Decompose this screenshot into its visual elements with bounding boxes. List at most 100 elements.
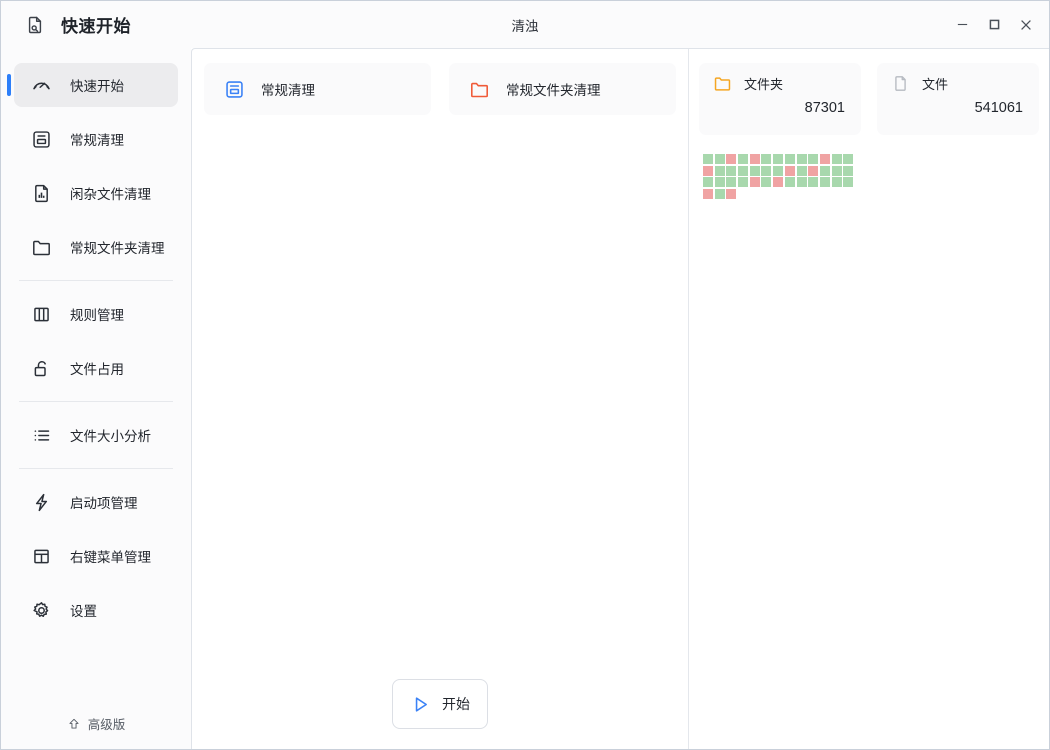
start-button-row: 开始 xyxy=(204,679,676,749)
sidebar-item-rule-management[interactable]: 规则管理 xyxy=(14,292,178,336)
activity-cell xyxy=(703,166,713,176)
activity-cell xyxy=(797,166,807,176)
activity-cell xyxy=(843,166,853,176)
task-card-regular-clean[interactable]: 常规清理 xyxy=(204,63,431,115)
activity-cell xyxy=(808,177,818,187)
pro-version-badge[interactable]: 高级版 xyxy=(1,714,191,749)
activity-cell xyxy=(715,154,725,164)
unlock-icon xyxy=(31,358,52,379)
activity-cell xyxy=(703,154,713,164)
sidebar-item-settings[interactable]: 设置 xyxy=(14,588,178,632)
sidebar-item-label: 闲杂文件清理 xyxy=(70,183,151,203)
activity-cell xyxy=(773,154,783,164)
task-card-folder-clean[interactable]: 常规文件夹清理 xyxy=(449,63,676,115)
sidebar-item-file-usage[interactable]: 文件占用 xyxy=(14,346,178,390)
activity-cell xyxy=(773,177,783,187)
stat-card-folders[interactable]: 文件夹 87301 xyxy=(699,63,861,135)
file-icon xyxy=(891,74,910,93)
activity-cell xyxy=(715,177,725,187)
header-area: 快速开始 xyxy=(1,12,191,37)
play-icon xyxy=(410,694,431,715)
close-icon xyxy=(1019,18,1033,32)
activity-cell xyxy=(808,166,818,176)
activity-cell xyxy=(726,177,736,187)
close-button[interactable] xyxy=(1011,10,1041,40)
sidebar-item-startup-management[interactable]: 启动项管理 xyxy=(14,480,178,524)
task-card-label: 常规文件夹清理 xyxy=(506,79,601,99)
sidebar-item-regular-clean[interactable]: 常规清理 xyxy=(14,117,178,161)
activity-cell xyxy=(761,154,771,164)
sidebar: 快速开始 常规清理 xyxy=(1,48,191,749)
folder-icon xyxy=(31,237,52,258)
title-bar: 快速开始 清浊 xyxy=(1,1,1049,48)
sidebar-item-label: 设置 xyxy=(70,600,97,620)
sidebar-item-label: 右键菜单管理 xyxy=(70,546,151,566)
sidebar-item-label: 常规清理 xyxy=(70,129,124,149)
window-controls xyxy=(947,1,1041,48)
activity-cell xyxy=(785,177,795,187)
spacer xyxy=(1,161,191,171)
sidebar-spacer xyxy=(1,632,191,714)
activity-cell xyxy=(797,177,807,187)
activity-cell xyxy=(820,154,830,164)
spacer xyxy=(1,215,191,225)
activity-cell xyxy=(750,166,760,176)
spacer xyxy=(1,336,191,346)
list-icon xyxy=(31,425,52,446)
activity-cell xyxy=(703,177,713,187)
spacer xyxy=(1,578,191,588)
activity-cell xyxy=(843,154,853,164)
main-left-spacer xyxy=(204,115,676,679)
stat-card-files[interactable]: 文件 541061 xyxy=(877,63,1039,135)
minimize-button[interactable] xyxy=(947,10,977,40)
columns-icon xyxy=(31,304,52,325)
main-left-pane: 常规清理 常规文件夹清理 xyxy=(192,49,688,749)
activity-cell xyxy=(750,154,760,164)
activity-cell xyxy=(820,177,830,187)
maximize-button[interactable] xyxy=(979,10,1009,40)
start-button-label: 开始 xyxy=(442,694,470,714)
bolt-icon xyxy=(31,492,52,513)
activity-cell xyxy=(750,177,760,187)
activity-cell xyxy=(808,154,818,164)
activity-cell xyxy=(832,154,842,164)
activity-grid xyxy=(703,154,855,201)
sidebar-item-label: 文件占用 xyxy=(70,358,124,378)
activity-cell xyxy=(703,189,713,199)
activity-cell xyxy=(832,166,842,176)
sidebar-item-quick-start[interactable]: 快速开始 xyxy=(14,63,178,107)
sidebar-item-file-size-analysis[interactable]: 文件大小分析 xyxy=(14,413,178,457)
folder-icon xyxy=(713,74,732,93)
activity-cell xyxy=(738,177,748,187)
clean-box-icon xyxy=(224,79,245,100)
start-button[interactable]: 开始 xyxy=(392,679,488,729)
file-chart-icon xyxy=(31,183,52,204)
activity-cell xyxy=(726,166,736,176)
folder-open-icon xyxy=(469,79,490,100)
task-card-row: 常规清理 常规文件夹清理 xyxy=(204,63,676,115)
stat-card-value: 87301 xyxy=(713,100,847,116)
activity-cell xyxy=(726,189,736,199)
activity-cell xyxy=(715,166,725,176)
activity-cell xyxy=(715,189,725,199)
sidebar-item-label: 快速开始 xyxy=(70,75,124,95)
spacer xyxy=(1,107,191,117)
sidebar-item-junk-file-clean[interactable]: 闲杂文件清理 xyxy=(14,171,178,215)
activity-cell xyxy=(785,154,795,164)
task-card-label: 常规清理 xyxy=(261,79,315,99)
sidebar-item-label: 常规文件夹清理 xyxy=(70,237,165,257)
activity-cell xyxy=(738,166,748,176)
activity-cell xyxy=(797,154,807,164)
body: 快速开始 常规清理 xyxy=(1,48,1049,749)
pro-version-label: 高级版 xyxy=(88,714,126,733)
sidebar-divider xyxy=(19,280,173,281)
activity-cell xyxy=(785,166,795,176)
sidebar-item-folder-clean[interactable]: 常规文件夹清理 xyxy=(14,225,178,269)
stat-card-header: 文件 xyxy=(891,74,1025,93)
sidebar-item-context-menu-management[interactable]: 右键菜单管理 xyxy=(14,534,178,578)
app-window: 快速开始 清浊 xyxy=(0,0,1050,750)
activity-cell xyxy=(726,154,736,164)
sidebar-item-label: 启动项管理 xyxy=(70,492,138,512)
stat-card-label: 文件夹 xyxy=(744,74,783,93)
stats-pane: 文件夹 87301 文件 xyxy=(689,49,1049,749)
